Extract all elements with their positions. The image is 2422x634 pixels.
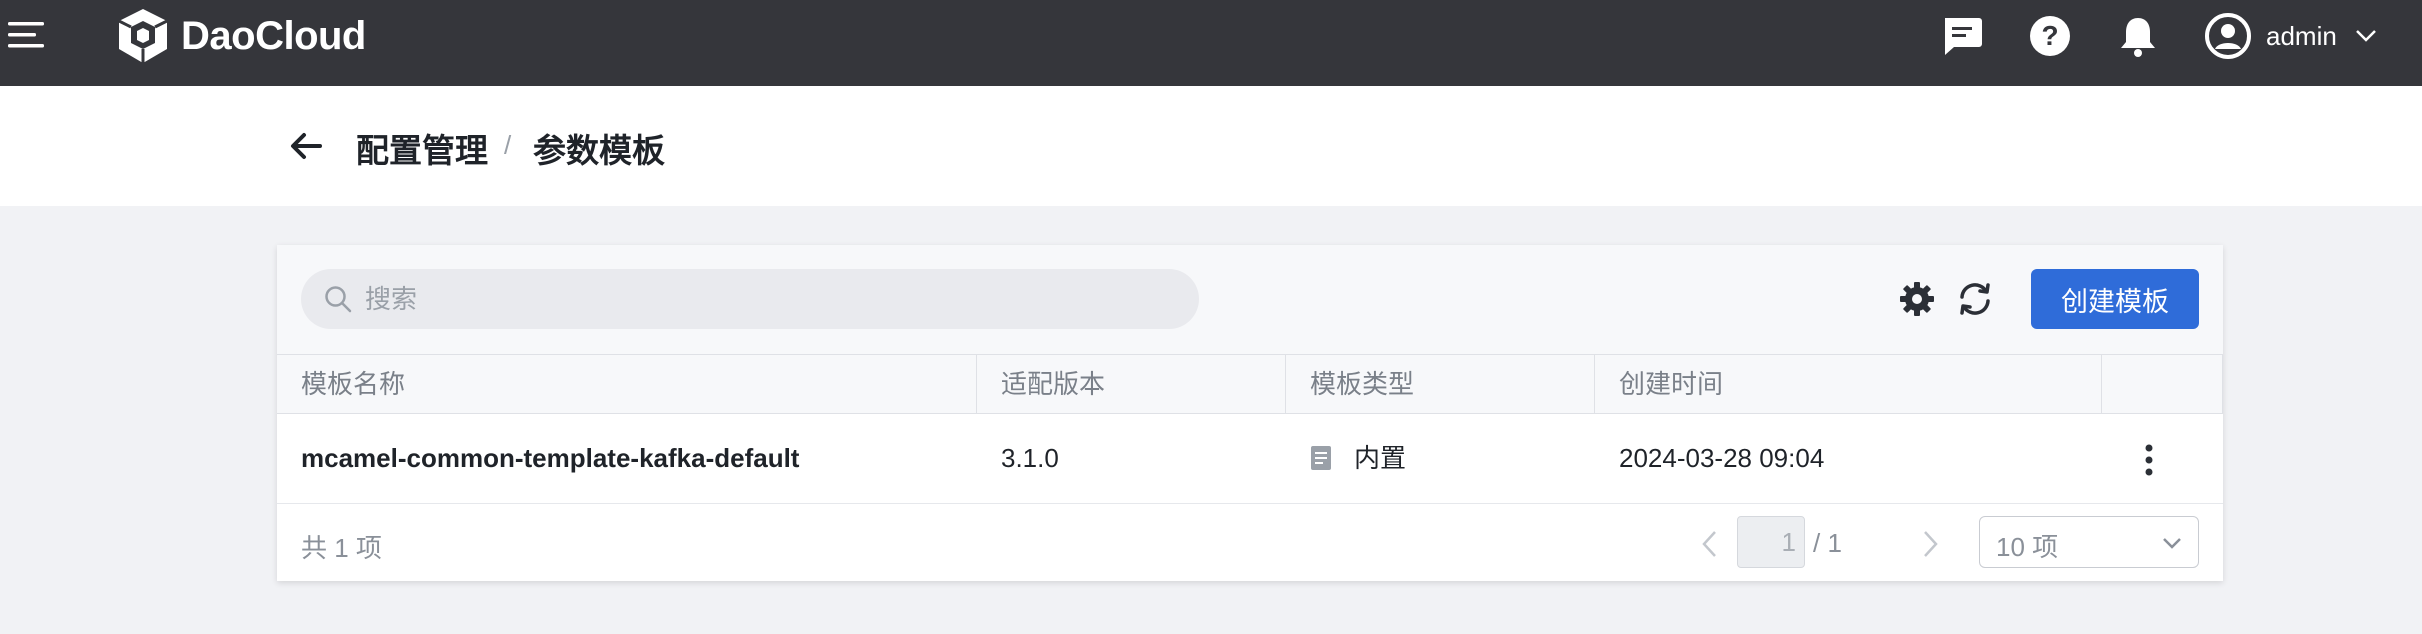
template-list-card: 创建模板 模板名称 适配版本 模板类型 创建时间 mcamel-common-t… (277, 245, 2223, 581)
chevron-down-icon (2163, 538, 2181, 549)
breadcrumb-parent[interactable]: 配置管理 (356, 124, 488, 172)
type-cell: 内置 (1286, 414, 1595, 502)
pagination-bar: 共 1 项 / 1 10 项 (277, 504, 2223, 581)
total-count: 共 1 项 (301, 533, 382, 563)
column-header-name[interactable]: 模板名称 (277, 355, 977, 413)
document-icon (1311, 446, 1331, 471)
page-size-value: 10 项 (1996, 532, 2059, 562)
brand-name: DaoCloud (181, 13, 366, 58)
column-header-type[interactable]: 模板类型 (1286, 355, 1595, 413)
search-icon (323, 284, 353, 314)
settings-gear-icon[interactable] (1897, 279, 1937, 319)
create-template-button[interactable]: 创建模板 (2031, 269, 2199, 329)
daocloud-logo-icon (118, 9, 168, 63)
page-size-select[interactable]: 10 项 (1979, 516, 2199, 568)
help-icon[interactable]: ? (2028, 14, 2072, 58)
menu-icon[interactable] (8, 18, 48, 52)
version-cell: 3.1.0 (1001, 443, 1059, 473)
column-header-version[interactable]: 适配版本 (977, 355, 1286, 413)
breadcrumb-separator: / (504, 130, 512, 160)
breadcrumb-current: 参数模板 (533, 132, 665, 169)
search-input[interactable] (363, 282, 1167, 316)
refresh-icon[interactable] (1955, 279, 1995, 319)
top-navigation-bar: DaoCloud ? admin (0, 0, 2422, 86)
user-avatar-icon (2205, 13, 2251, 59)
table-row[interactable]: mcamel-common-template-kafka-default 3.1… (277, 414, 2223, 504)
column-header-actions (2102, 355, 2223, 413)
search-box[interactable] (301, 269, 1199, 329)
username: admin (2266, 20, 2337, 51)
table-header: 模板名称 适配版本 模板类型 创建时间 (277, 354, 2223, 414)
template-name-cell[interactable]: mcamel-common-template-kafka-default (277, 414, 977, 502)
type-label: 内置 (1354, 443, 1407, 473)
chevron-down-icon (2355, 30, 2376, 42)
created-time-cell: 2024-03-28 09:04 (1619, 443, 1825, 473)
user-menu[interactable]: admin (2204, 12, 2377, 60)
page-number-input[interactable] (1737, 516, 1805, 568)
chat-icon[interactable] (1940, 14, 1984, 58)
total-pages: / 1 (1813, 528, 1842, 558)
back-arrow-icon[interactable] (288, 128, 324, 164)
svg-text:?: ? (2041, 20, 2058, 51)
next-page-chevron-icon[interactable] (1915, 526, 1945, 562)
bell-icon[interactable] (2116, 14, 2160, 58)
column-header-created[interactable]: 创建时间 (1595, 355, 2102, 413)
table-toolbar: 创建模板 (277, 245, 2223, 354)
more-actions-icon[interactable] (2135, 444, 2163, 476)
brand-logo[interactable]: DaoCloud (115, 6, 366, 66)
prev-page-chevron-icon[interactable] (1695, 526, 1725, 562)
page-header: 配置管理 / 参数模板 (0, 86, 2422, 206)
